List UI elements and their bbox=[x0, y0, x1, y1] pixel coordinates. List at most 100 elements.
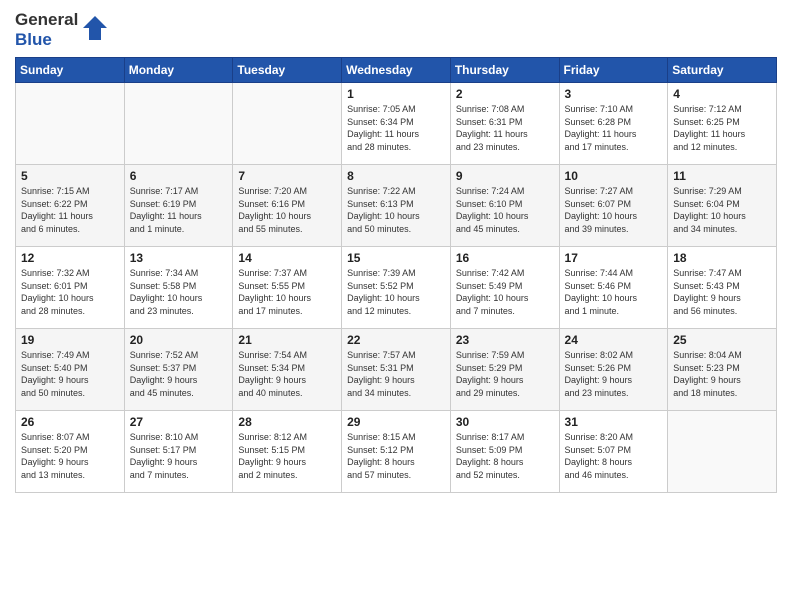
day-info: Sunrise: 8:15 AM Sunset: 5:12 PM Dayligh… bbox=[347, 431, 445, 481]
calendar-cell: 13Sunrise: 7:34 AM Sunset: 5:58 PM Dayli… bbox=[124, 247, 233, 329]
day-number: 15 bbox=[347, 251, 445, 265]
day-number: 20 bbox=[130, 333, 228, 347]
day-info: Sunrise: 7:52 AM Sunset: 5:37 PM Dayligh… bbox=[130, 349, 228, 399]
day-info: Sunrise: 8:04 AM Sunset: 5:23 PM Dayligh… bbox=[673, 349, 771, 399]
day-info: Sunrise: 8:07 AM Sunset: 5:20 PM Dayligh… bbox=[21, 431, 119, 481]
day-number: 6 bbox=[130, 169, 228, 183]
calendar-cell: 23 Sunrise: 7:59 AM Sunset: 5:29 PM Dayli… bbox=[450, 329, 559, 411]
calendar-cell: 10 Sunrise: 7:27 AM Sunset: 6:07 PM Dayli… bbox=[559, 165, 668, 247]
calendar-cell: 3Sunrise: 7:10 AM Sunset: 6:28 PM Daylig… bbox=[559, 83, 668, 165]
calendar-body: 1Sunrise: 7:05 AM Sunset: 6:34 PM Daylig… bbox=[16, 83, 777, 493]
weekday-header-monday: Monday bbox=[124, 58, 233, 83]
day-number: 5 bbox=[21, 169, 119, 183]
calendar-cell: 22Sunrise: 7:57 AM Sunset: 5:31 PM Dayli… bbox=[342, 329, 451, 411]
day-number: 18 bbox=[673, 251, 771, 265]
calendar-cell: 20 Sunrise: 7:52 AM Sunset: 5:37 PM Dayli… bbox=[124, 329, 233, 411]
day-info: Sunrise: 7:49 AM Sunset: 5:40 PM Dayligh… bbox=[21, 349, 119, 399]
week-row-3: 12 Sunrise: 7:32 AM Sunset: 6:01 PM Dayli… bbox=[16, 247, 777, 329]
header: General Blue bbox=[15, 10, 777, 49]
calendar-cell: 6 Sunrise: 7:17 AM Sunset: 6:19 PM Daylig… bbox=[124, 165, 233, 247]
day-number: 31 bbox=[565, 415, 663, 429]
weekday-header-wednesday: Wednesday bbox=[342, 58, 451, 83]
day-number: 14 bbox=[238, 251, 336, 265]
day-info: Sunrise: 7:29 AM Sunset: 6:04 PM Dayligh… bbox=[673, 185, 771, 235]
day-number: 19 bbox=[21, 333, 119, 347]
day-number: 26 bbox=[21, 415, 119, 429]
day-info: Sunrise: 8:10 AM Sunset: 5:17 PM Dayligh… bbox=[130, 431, 228, 481]
logo-blue: Blue bbox=[15, 30, 78, 50]
day-info: Sunrise: 7:59 AM Sunset: 5:29 PM Dayligh… bbox=[456, 349, 554, 399]
calendar-cell: 2 Sunrise: 7:08 AM Sunset: 6:31 PM Daylig… bbox=[450, 83, 559, 165]
weekday-header-row: SundayMondayTuesdayWednesdayThursdayFrid… bbox=[16, 58, 777, 83]
day-number: 23 bbox=[456, 333, 554, 347]
calendar-cell: 30 Sunrise: 8:17 AM Sunset: 5:09 PM Dayli… bbox=[450, 411, 559, 493]
day-number: 1 bbox=[347, 87, 445, 101]
weekday-header-sunday: Sunday bbox=[16, 58, 125, 83]
day-info: Sunrise: 7:10 AM Sunset: 6:28 PM Dayligh… bbox=[565, 103, 663, 153]
week-row-4: 19 Sunrise: 7:49 AM Sunset: 5:40 PM Dayli… bbox=[16, 329, 777, 411]
day-info: Sunrise: 7:24 AM Sunset: 6:10 PM Dayligh… bbox=[456, 185, 554, 235]
week-row-1: 1Sunrise: 7:05 AM Sunset: 6:34 PM Daylig… bbox=[16, 83, 777, 165]
day-info: Sunrise: 7:20 AM Sunset: 6:16 PM Dayligh… bbox=[238, 185, 336, 235]
day-info: Sunrise: 7:17 AM Sunset: 6:19 PM Dayligh… bbox=[130, 185, 228, 235]
calendar-cell: 29 Sunrise: 8:15 AM Sunset: 5:12 PM Dayli… bbox=[342, 411, 451, 493]
calendar-cell: 14Sunrise: 7:37 AM Sunset: 5:55 PM Dayli… bbox=[233, 247, 342, 329]
calendar-cell: 12 Sunrise: 7:32 AM Sunset: 6:01 PM Dayli… bbox=[16, 247, 125, 329]
day-number: 30 bbox=[456, 415, 554, 429]
day-number: 4 bbox=[673, 87, 771, 101]
day-number: 22 bbox=[347, 333, 445, 347]
calendar-cell bbox=[16, 83, 125, 165]
day-number: 2 bbox=[456, 87, 554, 101]
day-info: Sunrise: 7:22 AM Sunset: 6:13 PM Dayligh… bbox=[347, 185, 445, 235]
calendar-cell bbox=[124, 83, 233, 165]
calendar-cell: 17Sunrise: 7:44 AM Sunset: 5:46 PM Dayli… bbox=[559, 247, 668, 329]
calendar-cell: 11 Sunrise: 7:29 AM Sunset: 6:04 PM Dayli… bbox=[668, 165, 777, 247]
day-info: Sunrise: 8:12 AM Sunset: 5:15 PM Dayligh… bbox=[238, 431, 336, 481]
day-info: Sunrise: 8:20 AM Sunset: 5:07 PM Dayligh… bbox=[565, 431, 663, 481]
weekday-header-saturday: Saturday bbox=[668, 58, 777, 83]
day-info: Sunrise: 7:44 AM Sunset: 5:46 PM Dayligh… bbox=[565, 267, 663, 317]
day-info: Sunrise: 7:39 AM Sunset: 5:52 PM Dayligh… bbox=[347, 267, 445, 317]
calendar-cell: 1Sunrise: 7:05 AM Sunset: 6:34 PM Daylig… bbox=[342, 83, 451, 165]
calendar-cell: 26 Sunrise: 8:07 AM Sunset: 5:20 PM Dayli… bbox=[16, 411, 125, 493]
day-info: Sunrise: 7:27 AM Sunset: 6:07 PM Dayligh… bbox=[565, 185, 663, 235]
logo: General Blue bbox=[15, 10, 109, 49]
day-number: 7 bbox=[238, 169, 336, 183]
day-number: 29 bbox=[347, 415, 445, 429]
calendar-cell: 9 Sunrise: 7:24 AM Sunset: 6:10 PM Daylig… bbox=[450, 165, 559, 247]
day-info: Sunrise: 8:02 AM Sunset: 5:26 PM Dayligh… bbox=[565, 349, 663, 399]
day-info: Sunrise: 8:17 AM Sunset: 5:09 PM Dayligh… bbox=[456, 431, 554, 481]
day-number: 12 bbox=[21, 251, 119, 265]
day-number: 9 bbox=[456, 169, 554, 183]
week-row-2: 5Sunrise: 7:15 AM Sunset: 6:22 PM Daylig… bbox=[16, 165, 777, 247]
calendar-cell: 16 Sunrise: 7:42 AM Sunset: 5:49 PM Dayli… bbox=[450, 247, 559, 329]
day-info: Sunrise: 7:32 AM Sunset: 6:01 PM Dayligh… bbox=[21, 267, 119, 317]
day-number: 11 bbox=[673, 169, 771, 183]
calendar-cell: 25Sunrise: 8:04 AM Sunset: 5:23 PM Dayli… bbox=[668, 329, 777, 411]
calendar-cell: 8Sunrise: 7:22 AM Sunset: 6:13 PM Daylig… bbox=[342, 165, 451, 247]
calendar-cell bbox=[668, 411, 777, 493]
day-info: Sunrise: 7:42 AM Sunset: 5:49 PM Dayligh… bbox=[456, 267, 554, 317]
calendar-cell: 31 Sunrise: 8:20 AM Sunset: 5:07 PM Dayli… bbox=[559, 411, 668, 493]
day-info: Sunrise: 7:47 AM Sunset: 5:43 PM Dayligh… bbox=[673, 267, 771, 317]
calendar-cell: 7 Sunrise: 7:20 AM Sunset: 6:16 PM Daylig… bbox=[233, 165, 342, 247]
weekday-header-friday: Friday bbox=[559, 58, 668, 83]
calendar-cell: 5Sunrise: 7:15 AM Sunset: 6:22 PM Daylig… bbox=[16, 165, 125, 247]
day-number: 27 bbox=[130, 415, 228, 429]
weekday-header-thursday: Thursday bbox=[450, 58, 559, 83]
calendar-table: SundayMondayTuesdayWednesdayThursdayFrid… bbox=[15, 57, 777, 493]
calendar-cell: 27 Sunrise: 8:10 AM Sunset: 5:17 PM Dayli… bbox=[124, 411, 233, 493]
day-info: Sunrise: 7:08 AM Sunset: 6:31 PM Dayligh… bbox=[456, 103, 554, 153]
day-number: 10 bbox=[565, 169, 663, 183]
day-number: 28 bbox=[238, 415, 336, 429]
calendar-header: SundayMondayTuesdayWednesdayThursdayFrid… bbox=[16, 58, 777, 83]
day-info: Sunrise: 7:54 AM Sunset: 5:34 PM Dayligh… bbox=[238, 349, 336, 399]
calendar-cell bbox=[233, 83, 342, 165]
day-info: Sunrise: 7:34 AM Sunset: 5:58 PM Dayligh… bbox=[130, 267, 228, 317]
day-number: 16 bbox=[456, 251, 554, 265]
calendar-cell: 4 Sunrise: 7:12 AM Sunset: 6:25 PM Daylig… bbox=[668, 83, 777, 165]
week-row-5: 26 Sunrise: 8:07 AM Sunset: 5:20 PM Dayli… bbox=[16, 411, 777, 493]
calendar-cell: 24Sunrise: 8:02 AM Sunset: 5:26 PM Dayli… bbox=[559, 329, 668, 411]
day-info: Sunrise: 7:12 AM Sunset: 6:25 PM Dayligh… bbox=[673, 103, 771, 153]
logo-general: General bbox=[15, 10, 78, 30]
